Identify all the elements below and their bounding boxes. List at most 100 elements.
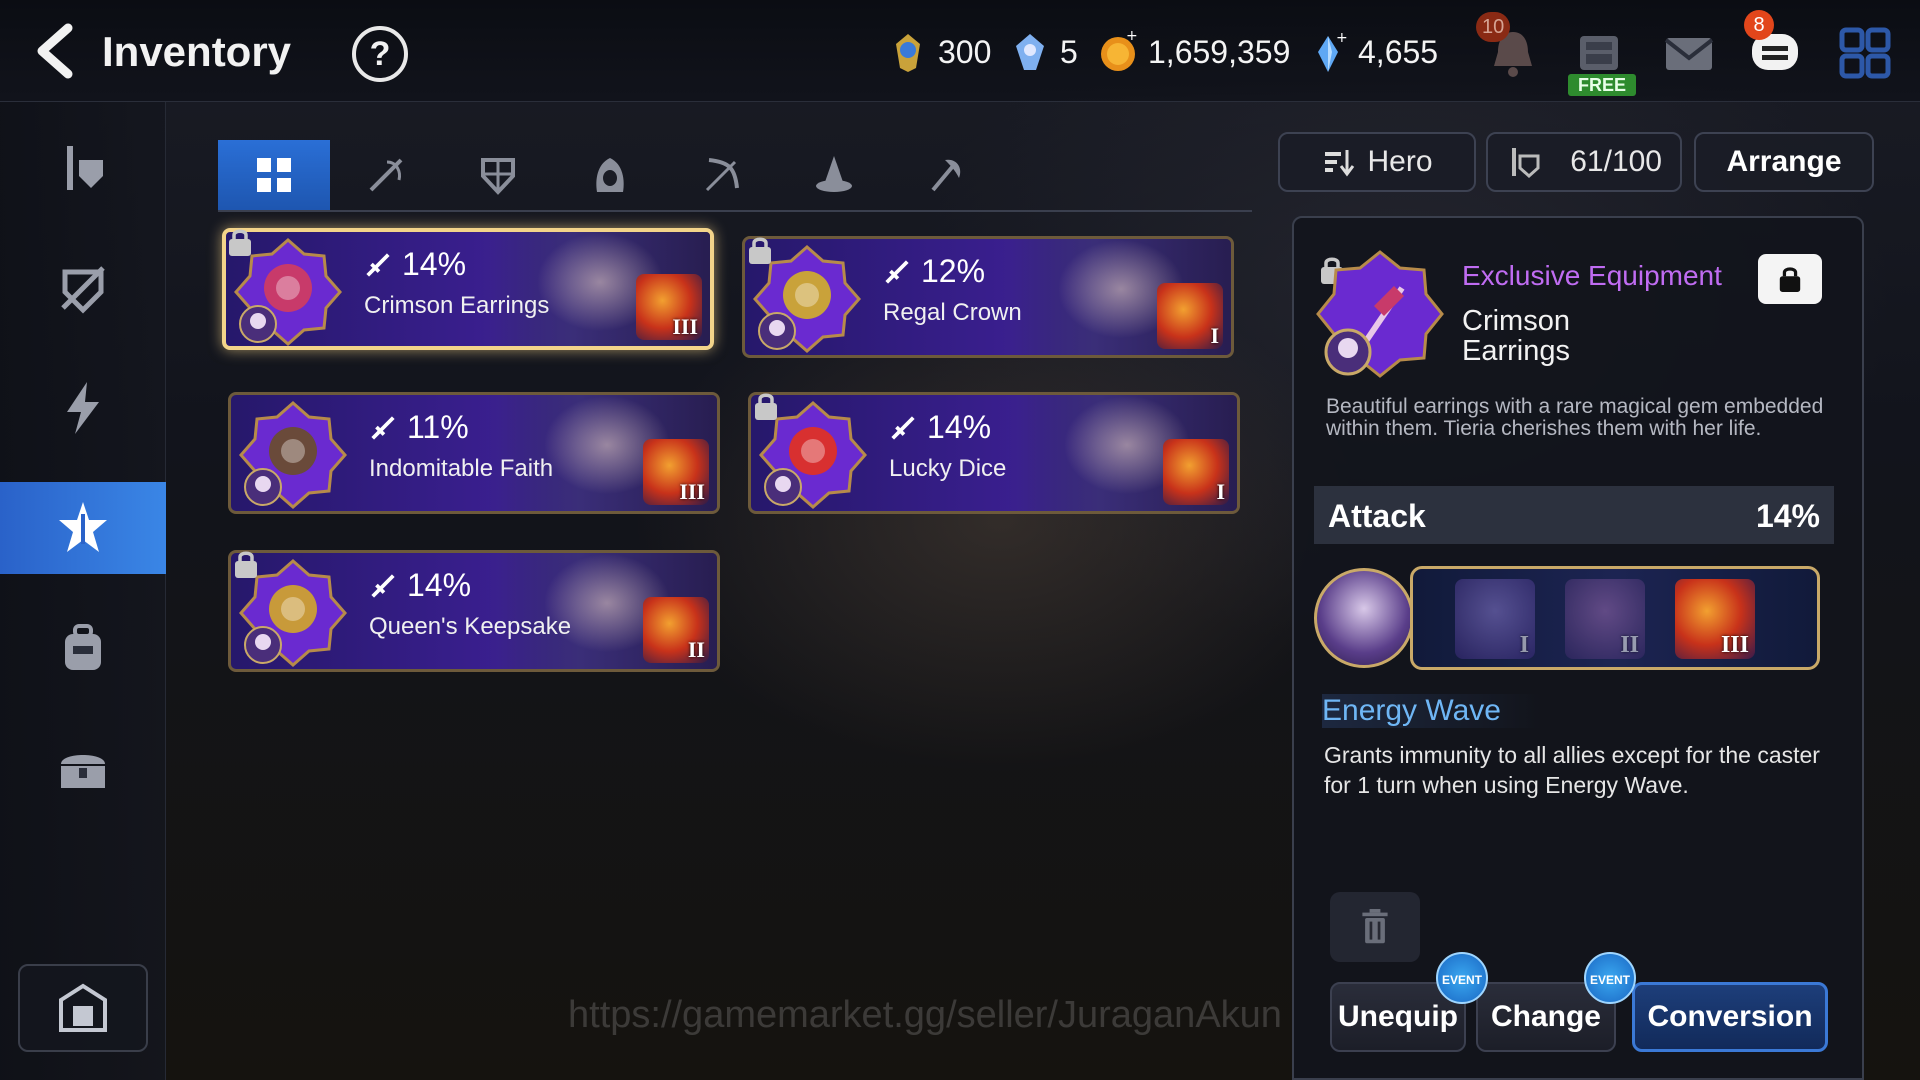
skill-icon: I xyxy=(1157,283,1223,349)
lock-icon xyxy=(232,548,262,582)
item-stat-value: 14% xyxy=(407,567,472,603)
currency-skystone[interactable]: + 4,655 xyxy=(1306,30,1438,74)
capacity-display: 61/100 xyxy=(1486,132,1682,192)
equipment-description: Beautiful earrings with a rare magical g… xyxy=(1326,395,1824,440)
arrange-button[interactable]: Arrange xyxy=(1694,132,1874,192)
notification-badge: 10 xyxy=(1476,12,1511,42)
skystone-icon: + xyxy=(1318,30,1348,72)
attack-icon xyxy=(891,415,915,440)
event-badge-change: EVENT xyxy=(1584,952,1636,1004)
sort-label: Hero xyxy=(1367,145,1433,178)
tab-knight[interactable] xyxy=(442,140,554,210)
tab-all[interactable] xyxy=(218,140,330,210)
chest-icon xyxy=(61,755,105,788)
top-bar: Inventory ? 300 5 + 1,659,359 + 4,655 10… xyxy=(0,0,1920,102)
bow-icon xyxy=(705,158,739,192)
unequip-label: Unequip xyxy=(1338,1000,1458,1033)
mail-icon[interactable] xyxy=(1658,22,1720,84)
detail-panel: Exclusive Equipment Crimson Earrings Bea… xyxy=(1292,216,1864,1080)
svg-text:+: + xyxy=(1126,30,1138,44)
lock-icon xyxy=(746,234,776,268)
sort-button[interactable]: Hero xyxy=(1278,132,1476,192)
currency-gold[interactable]: + 1,659,359 xyxy=(1096,30,1290,74)
weapon-shield-icon xyxy=(61,266,105,314)
item-stat: 14% xyxy=(889,409,991,446)
skill-rank-1[interactable]: I xyxy=(1455,579,1535,659)
watermark: https://gamemarket.gg/seller/JuraganAkun xyxy=(568,994,1282,1036)
equipment-type: Exclusive Equipment xyxy=(1462,260,1722,291)
skill-rank: III xyxy=(672,314,698,339)
skill-rank-3[interactable]: III xyxy=(1675,579,1755,659)
skill-rank: II xyxy=(687,637,705,662)
tab-soul-weaver[interactable] xyxy=(890,140,1002,210)
item-stat-value: 12% xyxy=(921,253,986,289)
hero-portrait xyxy=(1314,568,1414,668)
grid-icon xyxy=(257,158,291,192)
equipment-capacity-icon xyxy=(1512,148,1540,179)
trash-icon xyxy=(1362,909,1388,944)
free-label: FREE xyxy=(1568,74,1636,96)
skill-rank: I xyxy=(1216,479,1225,504)
skill-rank: III xyxy=(679,479,705,504)
lock-toggle-button[interactable] xyxy=(1758,254,1822,304)
nav-storage-button[interactable] xyxy=(18,964,148,1052)
menu-grid-icon[interactable] xyxy=(1834,22,1896,84)
capacity-value: 61/100 xyxy=(1570,145,1662,178)
shield-icon xyxy=(481,158,515,195)
item-card[interactable]: 14% Crimson Earrings III xyxy=(222,228,714,350)
item-stat: 11% xyxy=(369,409,469,446)
conversion-button[interactable]: Conversion xyxy=(1632,982,1828,1052)
item-name: Regal Crown xyxy=(883,299,1022,326)
crystal-value: 5 xyxy=(1060,33,1078,70)
help-button[interactable]: ? xyxy=(352,26,408,82)
lock-icon xyxy=(226,226,256,260)
lightning-icon xyxy=(67,382,99,434)
item-name: Indomitable Faith xyxy=(369,455,554,482)
gold-value: 1,659,359 xyxy=(1148,33,1291,70)
scythe-icon xyxy=(931,159,961,192)
skill-description: Grants immunity to all allies except for… xyxy=(1324,742,1820,798)
nav-lightning[interactable] xyxy=(0,362,166,454)
notification-bell-icon[interactable]: 10 xyxy=(1476,12,1544,84)
skill-icon: II xyxy=(643,597,709,663)
equipment-name: Crimson Earrings xyxy=(1462,305,1570,367)
stamina-icon xyxy=(896,34,920,72)
hood-icon xyxy=(596,158,624,192)
item-name: Queen's Keepsake xyxy=(369,613,572,640)
discard-button[interactable] xyxy=(1330,892,1420,962)
item-card[interactable]: 12% Regal Crown I xyxy=(742,236,1234,358)
mage-hat-icon xyxy=(816,156,852,192)
item-card[interactable]: 11% Indomitable Faith III xyxy=(228,392,720,514)
chat-icon[interactable]: 8 xyxy=(1744,10,1806,84)
skill-rank-2[interactable]: II xyxy=(1565,579,1645,659)
skill-rank: I xyxy=(1210,323,1219,348)
item-card[interactable]: 14% Queen's Keepsake II xyxy=(228,550,720,672)
crimson-earrings-emblem xyxy=(1316,250,1444,378)
tab-thief[interactable] xyxy=(554,140,666,210)
item-stat-value: 14% xyxy=(402,246,467,282)
tab-ranger[interactable] xyxy=(666,140,778,210)
item-name: Crimson Earrings xyxy=(364,292,550,319)
skill-icon: III xyxy=(643,439,709,505)
skystone-value: 4,655 xyxy=(1358,33,1439,70)
item-card[interactable]: 14% Lucky Dice I xyxy=(748,392,1240,514)
attack-icon xyxy=(366,252,390,277)
conversion-label: Conversion xyxy=(1647,1000,1813,1033)
skill-rank-strip: I II III xyxy=(1410,566,1820,670)
nav-artifact[interactable] xyxy=(0,482,166,574)
stat-row: Attack 14% xyxy=(1314,486,1834,544)
tab-warrior[interactable] xyxy=(330,140,442,210)
nav-weapon-shield[interactable] xyxy=(0,242,166,334)
item-stat: 14% xyxy=(369,567,471,604)
lock-icon xyxy=(752,390,782,424)
nav-hero-gear[interactable] xyxy=(0,122,166,214)
item-name: Lucky Dice xyxy=(889,455,1007,482)
currency-crystal[interactable]: 5 xyxy=(1008,30,1078,74)
gold-icon: + xyxy=(1101,30,1138,71)
currency-stamina[interactable]: 300 xyxy=(886,30,991,74)
tab-mage[interactable] xyxy=(778,140,890,210)
nav-chest[interactable] xyxy=(0,722,166,814)
back-arrow-icon[interactable] xyxy=(30,22,80,80)
nav-bag[interactable] xyxy=(0,602,166,694)
item-stat-value: 11% xyxy=(407,409,469,445)
